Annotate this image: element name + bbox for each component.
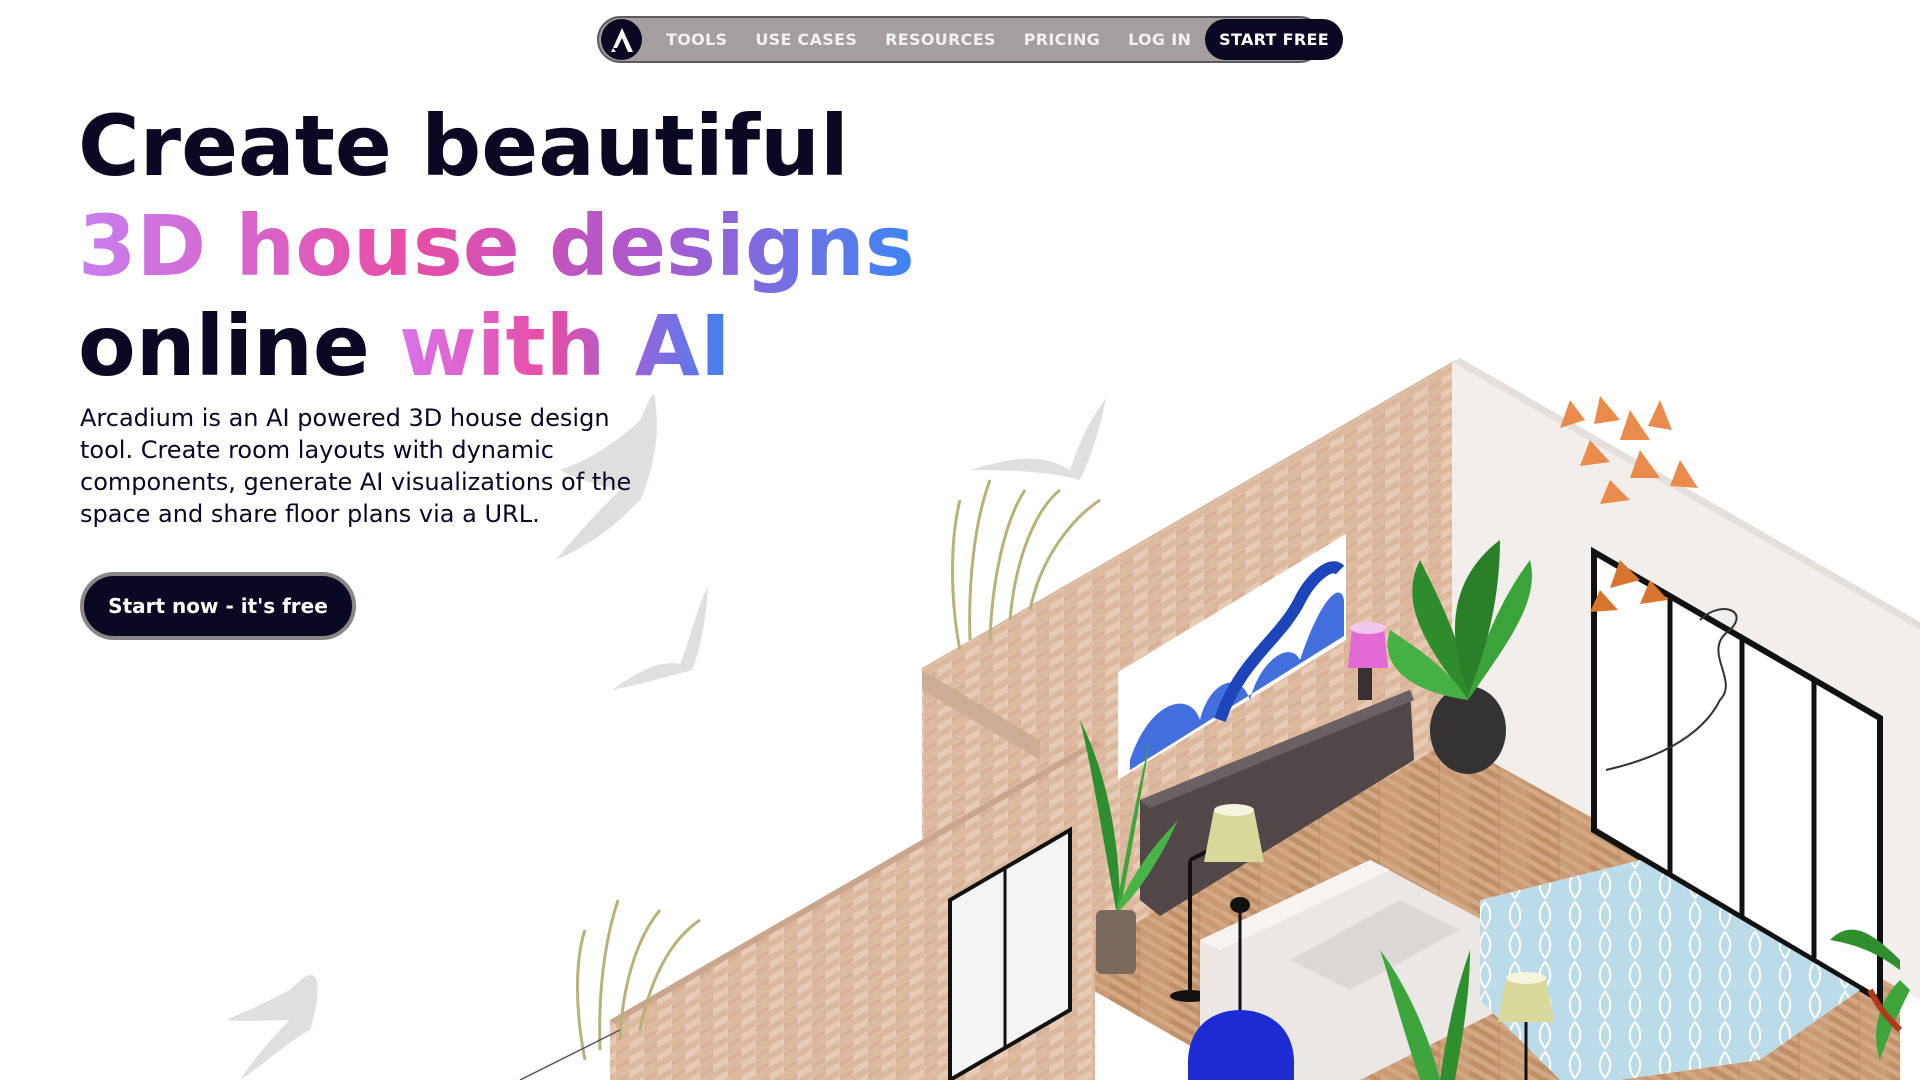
hero-title-line-2: 3D house designs (78, 197, 915, 295)
start-now-button[interactable]: Start now - it's free (80, 572, 356, 640)
painting (1118, 534, 1346, 780)
back-wall (922, 364, 1452, 938)
back-wall-top (922, 362, 1452, 678)
nav-link-log-in[interactable]: LOG IN (1114, 30, 1205, 49)
nav-link-tools[interactable]: TOOLS (652, 30, 741, 49)
sideboard (1140, 690, 1414, 916)
front-wall (610, 740, 1095, 1080)
floor (1040, 560, 1900, 1080)
hero-title-line-1: Create beautiful (78, 97, 849, 195)
nav-links: TOOLS USE CASES RESOURCES PRICING LOG IN (652, 30, 1205, 49)
right-wall (1452, 362, 1920, 1000)
hero-title-line-3: online with AI (78, 296, 915, 396)
hero-title: Create beautiful 3D house designs online… (78, 96, 915, 396)
rug (1480, 860, 1860, 1080)
hero-title-accent: with AI (399, 297, 731, 395)
start-free-button[interactable]: START FREE (1205, 19, 1343, 60)
arcadium-logo-icon[interactable] (601, 19, 642, 60)
sofa (1200, 860, 1520, 1080)
nav-link-resources[interactable]: RESOURCES (871, 30, 1010, 49)
hero-title-line-3-plain: online (78, 297, 400, 395)
hero-description: Arcadium is an AI powered 3D house desig… (80, 404, 632, 528)
nav-link-pricing[interactable]: PRICING (1010, 30, 1114, 49)
nav-link-use-cases[interactable]: USE CASES (741, 30, 871, 49)
top-nav: TOOLS USE CASES RESOURCES PRICING LOG IN… (597, 16, 1343, 63)
